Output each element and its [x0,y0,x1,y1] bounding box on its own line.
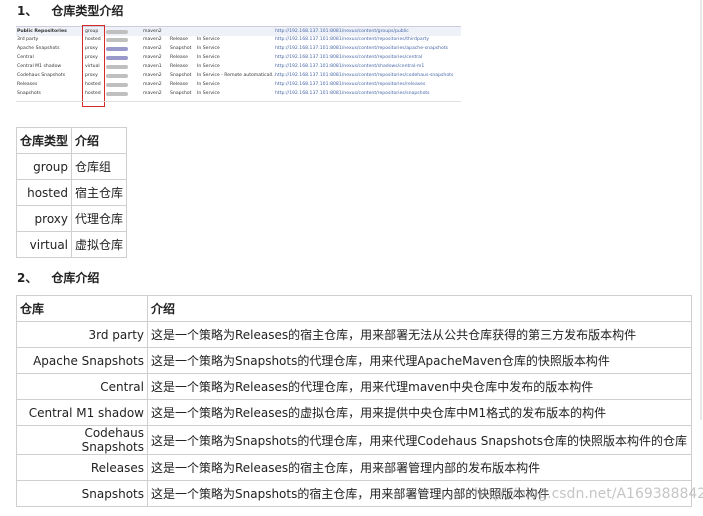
repo-name: 3rd party [17,37,39,42]
repo-status: In Service [197,64,220,69]
section1-title: 仓库类型介绍 [51,4,124,18]
repo-name: Central [17,55,34,60]
repo-format: maven1 [143,64,162,69]
repo-format: maven2 [143,37,162,42]
type-cell: virtual [15,231,73,258]
desc-cell: 仓库组 [71,153,128,180]
repo-policy: Release [170,55,188,60]
health-bar [106,56,128,60]
type-column-highlight [82,25,105,107]
type-cell: hosted [15,179,73,206]
repo-cell: Releases [16,454,148,481]
table-header-row: 仓库 介绍 [16,295,692,322]
health-bar [106,47,128,51]
desc-cell: 这是一个策略为Releases的宿主仓库，用来部署无法从公共仓库获得的第三方发布… [147,321,692,348]
health-bar [106,92,128,96]
repo-name: Central M1 shadow [17,64,62,69]
section2-title: 仓库介绍 [51,271,100,285]
desc-cell: 这是一个策略为Releases的虚拟仓库，用来提供中央仓库中M1格式的发布版本的… [147,399,692,426]
repo-table: 仓库 介绍 3rd party 这是一个策略为Releases的宿主仓库，用来部… [16,295,692,507]
repo-name: Public Repositories [17,29,67,34]
repo-url: http://192.168.137.101:8081/nexus/conten… [275,91,430,96]
repo-status: In Service [197,91,220,96]
repo-policy: Release [170,64,188,69]
repo-policy: Release [170,82,188,87]
table-header: 仓库类型 [15,127,73,154]
table-row: Central 这是一个策略为Releases的代理仓库，用来代理maven中央… [16,373,692,400]
repo-name: Apache Snapshots [17,46,60,51]
repo-url: http://192.168.137.101:8081/nexus/conten… [275,46,449,51]
repo-cell: Central M1 shadow [16,399,148,426]
repo-url: http://192.168.137.101:8081/nexus/conten… [275,82,426,87]
repo-url: http://192.168.137.101:8081/nexus/conten… [275,55,423,60]
repo-url: http://192.168.137.101:8081/nexus/conten… [275,29,409,34]
table-row: 3rd party 这是一个策略为Releases的宿主仓库，用来部署无法从公共… [16,321,692,348]
health-bar [106,38,128,42]
section1-number: 1、 [17,4,38,18]
repo-cell: Central [16,373,148,400]
table-row: Releases 这是一个策略为Releases的宿主仓库，用来部署管理内部的发… [16,454,692,481]
health-bar [106,83,128,87]
table-row: virtual 虚拟仓库 [15,231,128,258]
repo-status: In Service [197,55,220,60]
table-row: Central M1 shadow 这是一个策略为Releases的虚拟仓库，用… [16,399,692,426]
repo-format: maven2 [143,82,162,87]
desc-cell: 代理仓库 [71,205,128,232]
table-row: proxy 代理仓库 [15,205,128,232]
repo-format: maven2 [143,91,162,96]
repo-url: http://192.168.137.101:8081/nexus/conten… [275,64,425,69]
repo-format: maven2 [143,46,162,51]
section2-heading: 2、 仓库介绍 [17,269,99,286]
table-row: Codehaus Snapshots 这是一个策略为Snapshots的代理仓库… [16,425,692,455]
repo-cell: 3rd party [16,321,148,348]
repo-status: In Service [197,46,220,51]
repo-format: maven2 [143,29,162,34]
type-cell: proxy [15,205,73,232]
repo-cell: Apache Snapshots [16,347,148,374]
repo-format: maven2 [143,73,162,78]
desc-cell: 这是一个策略为Releases的宿主仓库，用来部署管理内部的发布版本构件 [147,454,692,481]
repo-url: http://192.168.137.101:8081/nexus/conten… [275,37,430,42]
desc-cell: 这是一个策略为Snapshots的代理仓库，用来代理Codehaus Snaps… [147,425,692,455]
scrollbar-track[interactable] [700,0,702,420]
desc-cell: 这是一个策略为Releases的代理仓库，用来代理maven中央仓库中发布的版本… [147,373,692,400]
desc-cell: 这是一个策略为Snapshots的代理仓库，用来代理ApacheMaven仓库的… [147,347,692,374]
repo-url: http://192.168.137.101:8081/nexus/conten… [275,73,454,78]
table-row: hosted 宿主仓库 [15,179,128,206]
repo-policy: Snapshot [170,73,192,78]
table-header: 介绍 [147,295,692,322]
table-row: group 仓库组 [15,153,128,180]
table-row: Apache Snapshots 这是一个策略为Snapshots的代理仓库，用… [16,347,692,374]
repo-policy: Release [170,37,188,42]
repo-type-table: 仓库类型 介绍 group 仓库组 hosted 宿主仓库 proxy 代理仓库… [15,127,128,258]
divider [16,101,461,102]
health-bar [106,74,128,78]
desc-cell: 宿主仓库 [71,179,128,206]
desc-cell: 虚拟仓库 [71,231,128,258]
repo-status: In Service - Remote automaticall... [197,73,277,78]
table-header: 仓库 [16,295,148,322]
table-header: 介绍 [71,127,128,154]
health-bar [106,30,128,34]
type-cell: group [15,153,73,180]
repo-cell: Codehaus Snapshots [16,425,148,455]
table-header-row: 仓库类型 介绍 [15,127,128,154]
watermark: http://blog.csdn.net/A169388842 [474,486,703,502]
repo-status: In Service [197,37,220,42]
health-bar [106,65,128,69]
repo-policy: Snapshot [170,91,192,96]
section2-number: 2、 [17,271,38,285]
repo-name: Snapshots [17,91,41,96]
repo-format: maven2 [143,55,162,60]
repo-status: In Service [197,82,220,87]
section1-heading: 1、 仓库类型介绍 [17,2,123,19]
repo-cell: Snapshots [16,480,148,507]
repo-name: Codehaus Snapshots [17,73,66,78]
repo-name: Releases [17,82,38,87]
repo-policy: Snapshot [170,46,192,51]
